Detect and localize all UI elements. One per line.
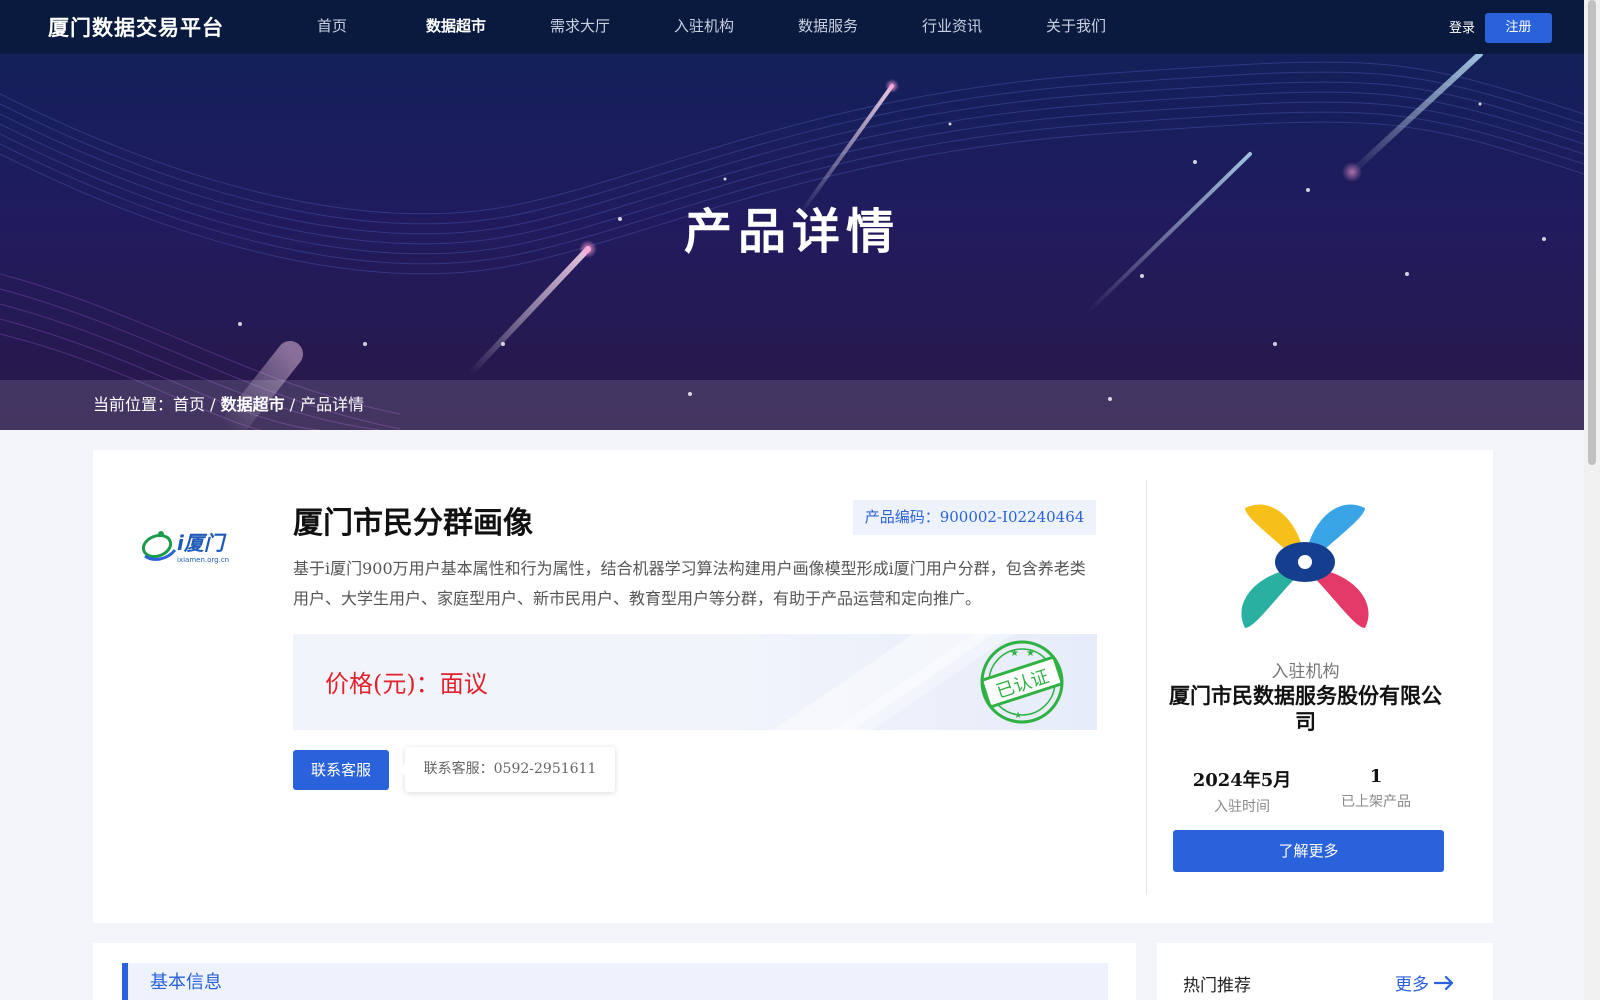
main-nav: 首页 数据超市 需求大厅 入驻机构 数据服务 行业资讯 关于我们 xyxy=(270,0,1138,54)
contact-service-button[interactable]: 联系客服 xyxy=(293,750,389,790)
org-label: 入驻机构 xyxy=(1271,662,1340,682)
basic-info-header: 基本信息 xyxy=(122,963,1108,1000)
top-navigation-bar: 厦门数据交易平台 首页 数据超市 需求大厅 入驻机构 数据服务 行业资讯 关于我… xyxy=(0,0,1584,54)
product-logo-subtext: ixiamen.org.cn xyxy=(177,556,229,564)
arrow-right-icon xyxy=(1433,975,1454,990)
product-detail-card: i厦门 ixiamen.org.cn 厦门市民分群画像 产品编码：900002-… xyxy=(93,450,1493,923)
stat-label: 入驻时间 xyxy=(1214,799,1270,815)
nav-item-industry-news[interactable]: 行业资讯 xyxy=(890,0,1014,54)
scrollbar-thumb[interactable] xyxy=(1588,0,1596,465)
price-text: 价格(元)：面议 xyxy=(325,670,488,698)
vertical-divider xyxy=(1146,480,1147,895)
hot-recommend-title: 热门推荐 xyxy=(1183,976,1251,996)
nav-item-data-market[interactable]: 数据超市 xyxy=(394,0,518,54)
svg-text:★: ★ xyxy=(1010,648,1019,659)
learn-more-button[interactable]: 了解更多 xyxy=(1173,830,1444,872)
stat-value: 1 xyxy=(1369,766,1383,787)
product-logo: i厦门 ixiamen.org.cn xyxy=(141,531,229,564)
contact-phone-tooltip: 联系客服：0592-2951611 xyxy=(399,747,615,792)
page-title: 产品详情 xyxy=(683,204,900,260)
price-panel: 价格(元)：面议 已认证 ★ ★ ★ xyxy=(293,634,1097,730)
nav-item-demand-hall[interactable]: 需求大厅 xyxy=(518,0,642,54)
svg-text:★: ★ xyxy=(1014,711,1022,721)
site-logo[interactable]: 厦门数据交易平台 xyxy=(48,12,224,42)
breadcrumb: 当前位置： 首页 / 数据超市 / 产品详情 xyxy=(93,380,364,430)
stat-value: 2024年5月 xyxy=(1192,770,1292,791)
product-code: 产品编码：900002-I02240464 xyxy=(853,500,1096,535)
product-description: 基于i厦门900万用户基本属性和行为属性，结合机器学习算法构建用户画像模型形成i… xyxy=(293,559,1086,608)
stat-listed-products: 1 已上架产品 xyxy=(1306,766,1446,811)
breadcrumb-separator: / xyxy=(284,395,301,414)
hot-recommend-card: 热门推荐 更多 xyxy=(1157,943,1493,1000)
nav-item-home[interactable]: 首页 xyxy=(270,0,394,54)
breadcrumb-current: 产品详情 xyxy=(300,395,365,414)
breadcrumb-prefix: 当前位置： xyxy=(93,395,174,414)
login-link[interactable]: 登录 xyxy=(1449,17,1475,36)
certified-stamp-icon: 已认证 ★ ★ ★ xyxy=(980,640,1064,724)
hero-banner: 产品详情 当前位置： 首页 / 数据超市 / 产品详情 xyxy=(0,54,1584,430)
breadcrumb-home[interactable]: 首页 xyxy=(173,380,205,430)
org-logo xyxy=(1241,504,1369,628)
stat-join-time: 2024年5月 入驻时间 xyxy=(1172,766,1312,816)
breadcrumb-bar: 当前位置： 首页 / 数据超市 / 产品详情 xyxy=(0,380,1584,430)
breadcrumb-separator: / xyxy=(205,395,221,414)
basic-info-title: 基本信息 xyxy=(150,972,222,993)
org-name[interactable]: 厦门市民数据服务股份有限公司 xyxy=(1168,683,1443,735)
nav-item-data-services[interactable]: 数据服务 xyxy=(766,0,890,54)
basic-info-card: 基本信息 xyxy=(93,943,1136,1000)
breadcrumb-data-market[interactable]: 数据超市 xyxy=(221,380,285,430)
stat-label: 已上架产品 xyxy=(1341,794,1411,810)
hot-more-label: 更多 xyxy=(1395,975,1429,995)
product-title: 厦门市民分群画像 xyxy=(293,506,533,541)
hot-more-link[interactable]: 更多 xyxy=(1395,970,1455,995)
product-logo-text: i厦门 xyxy=(177,531,227,555)
nav-item-institutions[interactable]: 入驻机构 xyxy=(642,0,766,54)
svg-text:★: ★ xyxy=(1026,648,1035,659)
register-button[interactable]: 注册 xyxy=(1485,13,1552,43)
nav-item-about-us[interactable]: 关于我们 xyxy=(1014,0,1138,54)
